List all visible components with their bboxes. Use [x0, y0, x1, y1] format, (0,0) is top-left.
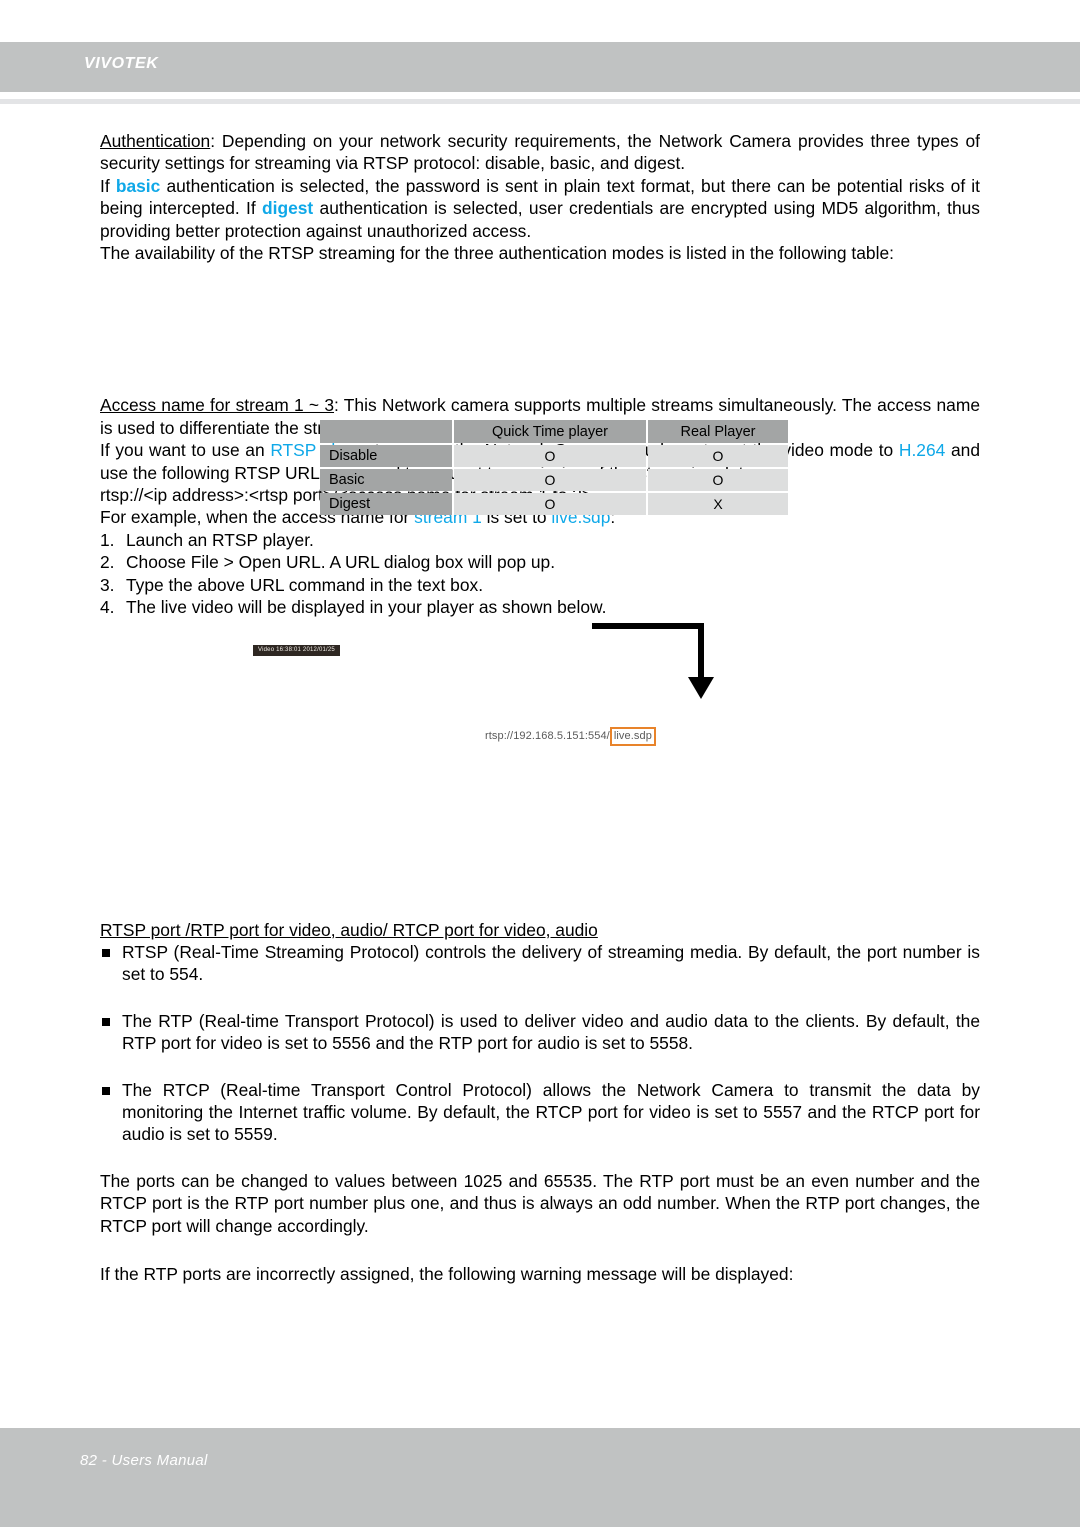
step-number: 4. — [100, 597, 115, 618]
cell-disable-realplayer: O — [648, 445, 788, 468]
cell-disable-quicktime: O — [454, 445, 646, 468]
list-item: The RTCP (Real-time Transport Control Pr… — [100, 1079, 980, 1146]
cell-digest-quicktime: O — [454, 493, 646, 516]
video-timestamp-badge: Video 16:38:01 2012/01/25 — [253, 644, 340, 656]
callout-arrow — [592, 619, 722, 729]
table-row: Digest O X — [320, 493, 788, 516]
arrow-head-icon — [688, 676, 714, 699]
vivotek-logo: VIVOTEK — [84, 55, 159, 72]
authentication-body: : Depending on your network security req… — [100, 131, 980, 174]
availability-intro-paragraph: The availability of the RTSP streaming f… — [100, 243, 894, 264]
list-item: RTSP (Real-Time Streaming Protocol) cont… — [100, 941, 980, 986]
cell-basic-realplayer: O — [648, 469, 788, 492]
step-number: 1. — [100, 529, 115, 550]
step-text: Type the above URL command in the text b… — [126, 574, 484, 595]
step-text: The live video will be displayed in your… — [126, 597, 607, 618]
basic-digest-paragraph: If basic authentication is selected, the… — [100, 175, 980, 242]
table-row: Disable O O — [320, 445, 788, 468]
availability-table: Quick Time player Real Player Disable O … — [318, 418, 790, 517]
list-item: The RTP (Real-time Transport Protocol) i… — [100, 1010, 980, 1055]
access-name-term: Access name for stream 1 ~ 3 — [100, 395, 335, 416]
list-item: 2. Choose File > Open URL. A URL dialog b… — [100, 551, 980, 573]
header-divider — [0, 99, 1080, 104]
arrow-vertical-segment — [698, 622, 704, 681]
basic-keyword: basic — [115, 175, 161, 196]
arrow-horizontal-segment — [592, 622, 704, 629]
table-header-row: Quick Time player Real Player — [320, 420, 788, 444]
step-number: 2. — [100, 552, 115, 573]
list-item: 1. Launch an RTSP player. — [100, 529, 980, 551]
column-header-realplayer: Real Player — [648, 420, 788, 444]
table-row: Basic O O — [320, 469, 788, 492]
table-corner-cell — [320, 420, 452, 444]
page-number-label: 82 - Users Manual — [80, 1452, 208, 1469]
figure-url-line: rtsp://192.168.5.151:554/live.sdp — [485, 726, 656, 746]
step-number: 3. — [100, 574, 115, 595]
rtsp-player-pre: If you want to use an — [100, 440, 271, 461]
page-footer-bar: 82 - Users Manual — [0, 1428, 1080, 1527]
step-text: Choose File > Open URL. A URL dialog box… — [126, 552, 556, 573]
basic-digest-pre: If — [100, 175, 116, 196]
cell-basic-quicktime: O — [454, 469, 646, 492]
row-label-disable: Disable — [320, 445, 452, 468]
page-header-bar: VIVOTEK — [0, 42, 1080, 92]
ports-heading: RTSP port /RTP port for video, audio/ RT… — [100, 919, 598, 940]
ports-bullet-list: RTSP (Real-Time Streaming Protocol) cont… — [100, 941, 980, 1146]
document-content: Authentication: Depending on your networ… — [100, 130, 980, 1285]
list-item: 3. Type the above URL command in the text… — [100, 574, 980, 596]
column-header-quicktime: Quick Time player — [454, 420, 646, 444]
step-text: Launch an RTSP player. — [126, 529, 314, 550]
warning-intro-paragraph: If the RTP ports are incorrectly assigne… — [100, 1263, 794, 1284]
digest-keyword: digest — [262, 198, 314, 219]
row-label-digest: Digest — [320, 493, 452, 516]
authentication-term: Authentication — [100, 131, 211, 151]
availability-table-wrap: Quick Time player Real Player Disable O … — [100, 264, 980, 516]
cell-digest-realplayer: X — [648, 493, 788, 516]
list-item: 4. The live video will be displayed in yo… — [100, 596, 646, 618]
row-label-basic: Basic — [320, 469, 452, 492]
port-range-paragraph: The ports can be changed to values betwe… — [100, 1170, 980, 1236]
figure-url-highlight: live.sdp — [609, 726, 656, 746]
authentication-paragraph: Authentication: Depending on your networ… — [100, 130, 980, 175]
rtsp-player-figure: Video 16:38:01 2012/01/25 rtsp://192.168… — [100, 619, 980, 919]
figure-url-prefix: rtsp://192.168.5.151:554/ — [485, 729, 610, 742]
h264-keyword: H.264 — [898, 440, 946, 461]
rtsp-steps-list: 1. Launch an RTSP player. 2. Choose File >… — [100, 529, 980, 619]
